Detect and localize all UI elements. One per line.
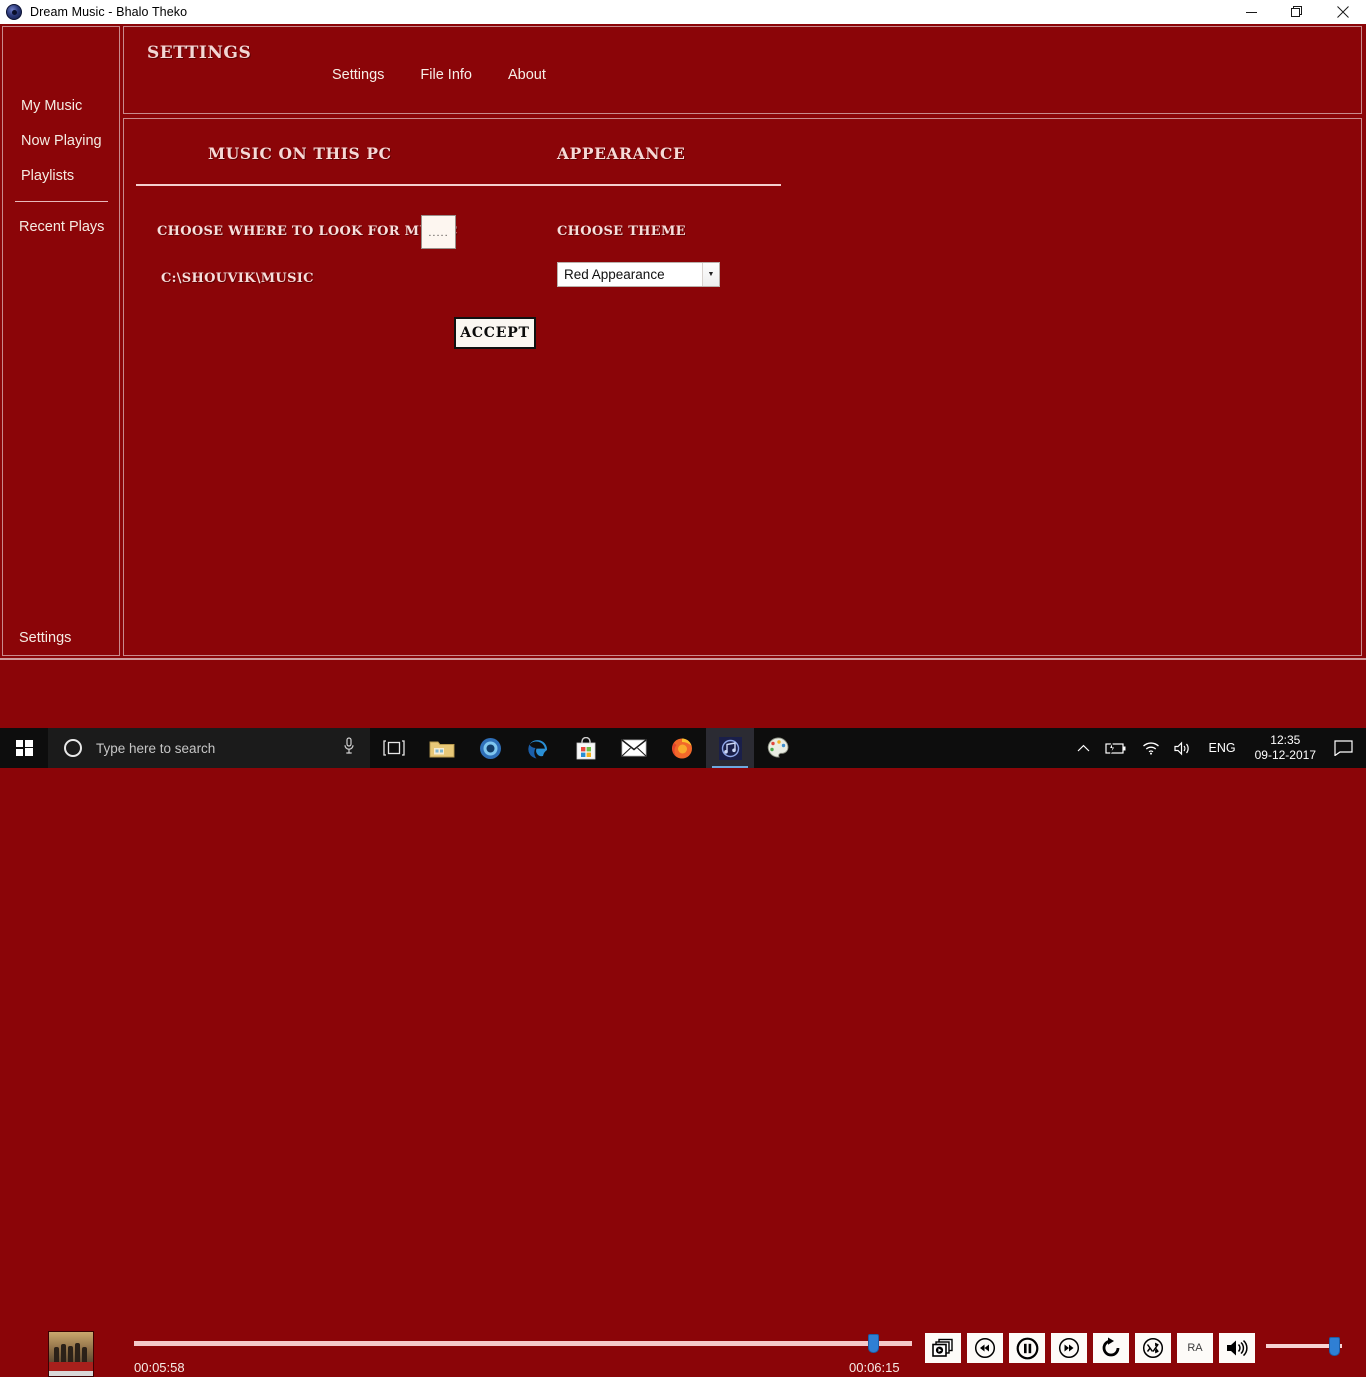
microphone-icon[interactable]: [342, 736, 356, 760]
palette-icon[interactable]: [754, 728, 802, 768]
music-path-value: C:\SHOUVIK\MUSIC: [161, 271, 314, 286]
theme-select[interactable]: Red Appearance ▼: [557, 262, 720, 287]
envelope-icon[interactable]: [610, 728, 658, 768]
clock[interactable]: 12:35 09-12-2017: [1246, 728, 1325, 768]
album-art[interactable]: [48, 1331, 94, 1377]
search-placeholder: Type here to search: [96, 740, 216, 756]
volume-slider-thumb[interactable]: [1329, 1337, 1340, 1356]
disc-icon: [6, 4, 22, 20]
accept-button[interactable]: ACCEPT: [454, 317, 536, 349]
edge-icon[interactable]: [514, 728, 562, 768]
start-button[interactable]: [0, 728, 48, 768]
shuffle-icon[interactable]: [1135, 1333, 1171, 1363]
task-view-icon[interactable]: [370, 728, 418, 768]
chrome-icon[interactable]: [466, 728, 514, 768]
application-window: My Music Now Playing Playlists Recent Pl…: [0, 24, 1366, 658]
cortana-icon[interactable]: [64, 739, 82, 757]
choose-theme-label: CHOOSE THEME: [557, 224, 686, 239]
repeat-icon[interactable]: [1093, 1333, 1129, 1363]
rewind-icon[interactable]: [967, 1333, 1003, 1363]
ra-mode-button[interactable]: RA: [1177, 1333, 1213, 1363]
sidebar-item-label: Settings: [19, 630, 72, 646]
sidebar-item-recent-plays[interactable]: Recent Plays: [3, 214, 121, 240]
total-time: 00:06:15: [849, 1360, 900, 1375]
sidebar-item-playlists[interactable]: Playlists: [3, 163, 121, 189]
minimize-button[interactable]: [1228, 0, 1274, 24]
sidebar-item-label: Playlists: [21, 168, 75, 184]
browse-folder-button[interactable]: .....: [421, 215, 456, 249]
sidebar-item-label: Now Playing: [21, 133, 102, 149]
seek-slider[interactable]: [134, 1341, 912, 1346]
player-controls: RA: [925, 1333, 1255, 1363]
taskbar-item-dream-music[interactable]: [706, 728, 754, 768]
clock-time: 12:35: [1270, 733, 1301, 747]
title-bar: Dream Music - Bhalo Theko: [0, 0, 1366, 24]
tab-settings[interactable]: Settings: [332, 67, 384, 83]
player-bar: 00:05:58 00:06:15 RA: [0, 658, 1366, 1377]
windows-logo-icon: [15, 739, 33, 757]
clock-date: 09-12-2017: [1254, 748, 1316, 762]
action-center-icon[interactable]: [1325, 728, 1366, 768]
seek-slider-thumb[interactable]: [868, 1334, 879, 1353]
choose-folder-label: CHOOSE WHERE TO LOOK FOR MUSIC: [157, 224, 458, 239]
sidebar-item-label: Recent Plays: [19, 219, 105, 235]
settings-content-panel: MUSIC ON THIS PC APPEARANCE CHOOSE WHERE…: [123, 118, 1362, 656]
language-indicator[interactable]: ENG: [1199, 728, 1246, 768]
sidebar-item-now-playing[interactable]: Now Playing: [3, 128, 121, 154]
header-panel: SETTINGS Settings File Info About: [123, 26, 1362, 114]
speaker-icon[interactable]: [1167, 728, 1199, 768]
firefox-icon[interactable]: [658, 728, 706, 768]
fast-forward-icon[interactable]: [1051, 1333, 1087, 1363]
show-hidden-icons-button[interactable]: [1070, 728, 1097, 768]
tab-about[interactable]: About: [508, 67, 546, 83]
taskbar: Type here to search ENG 12:35 09-12-2017: [0, 728, 1366, 768]
chevron-down-icon[interactable]: ▼: [702, 263, 719, 286]
section-heading-music-on-this-pc: MUSIC ON THIS PC: [208, 144, 392, 163]
sidebar: My Music Now Playing Playlists Recent Pl…: [2, 26, 120, 656]
system-tray: ENG 12:35 09-12-2017: [1070, 728, 1366, 768]
sidebar-item-label: My Music: [21, 98, 83, 114]
window-controls: [1228, 0, 1366, 24]
tab-file-info[interactable]: File Info: [420, 67, 472, 83]
elapsed-time: 00:05:58: [134, 1360, 185, 1375]
page-title: SETTINGS: [147, 43, 252, 63]
close-button[interactable]: [1320, 0, 1366, 24]
tab-bar: Settings File Info About: [124, 67, 1363, 83]
restore-button[interactable]: [1274, 0, 1320, 24]
stacked-albums-icon[interactable]: [925, 1333, 961, 1363]
theme-select-value: Red Appearance: [564, 267, 665, 282]
speaker-icon[interactable]: [1219, 1333, 1255, 1363]
section-divider: [136, 184, 781, 186]
sidebar-divider: [15, 201, 108, 202]
store-icon[interactable]: [562, 728, 610, 768]
search-input[interactable]: Type here to search: [48, 728, 370, 768]
window-title: Dream Music - Bhalo Theko: [30, 5, 188, 19]
folder-icon[interactable]: [418, 728, 466, 768]
sidebar-item-settings[interactable]: Settings: [3, 625, 121, 651]
sidebar-item-my-music[interactable]: My Music: [3, 93, 121, 119]
wifi-icon[interactable]: [1135, 728, 1167, 768]
pause-icon[interactable]: [1009, 1333, 1045, 1363]
battery-charging-icon[interactable]: [1097, 728, 1135, 768]
section-heading-appearance: APPEARANCE: [557, 144, 686, 163]
